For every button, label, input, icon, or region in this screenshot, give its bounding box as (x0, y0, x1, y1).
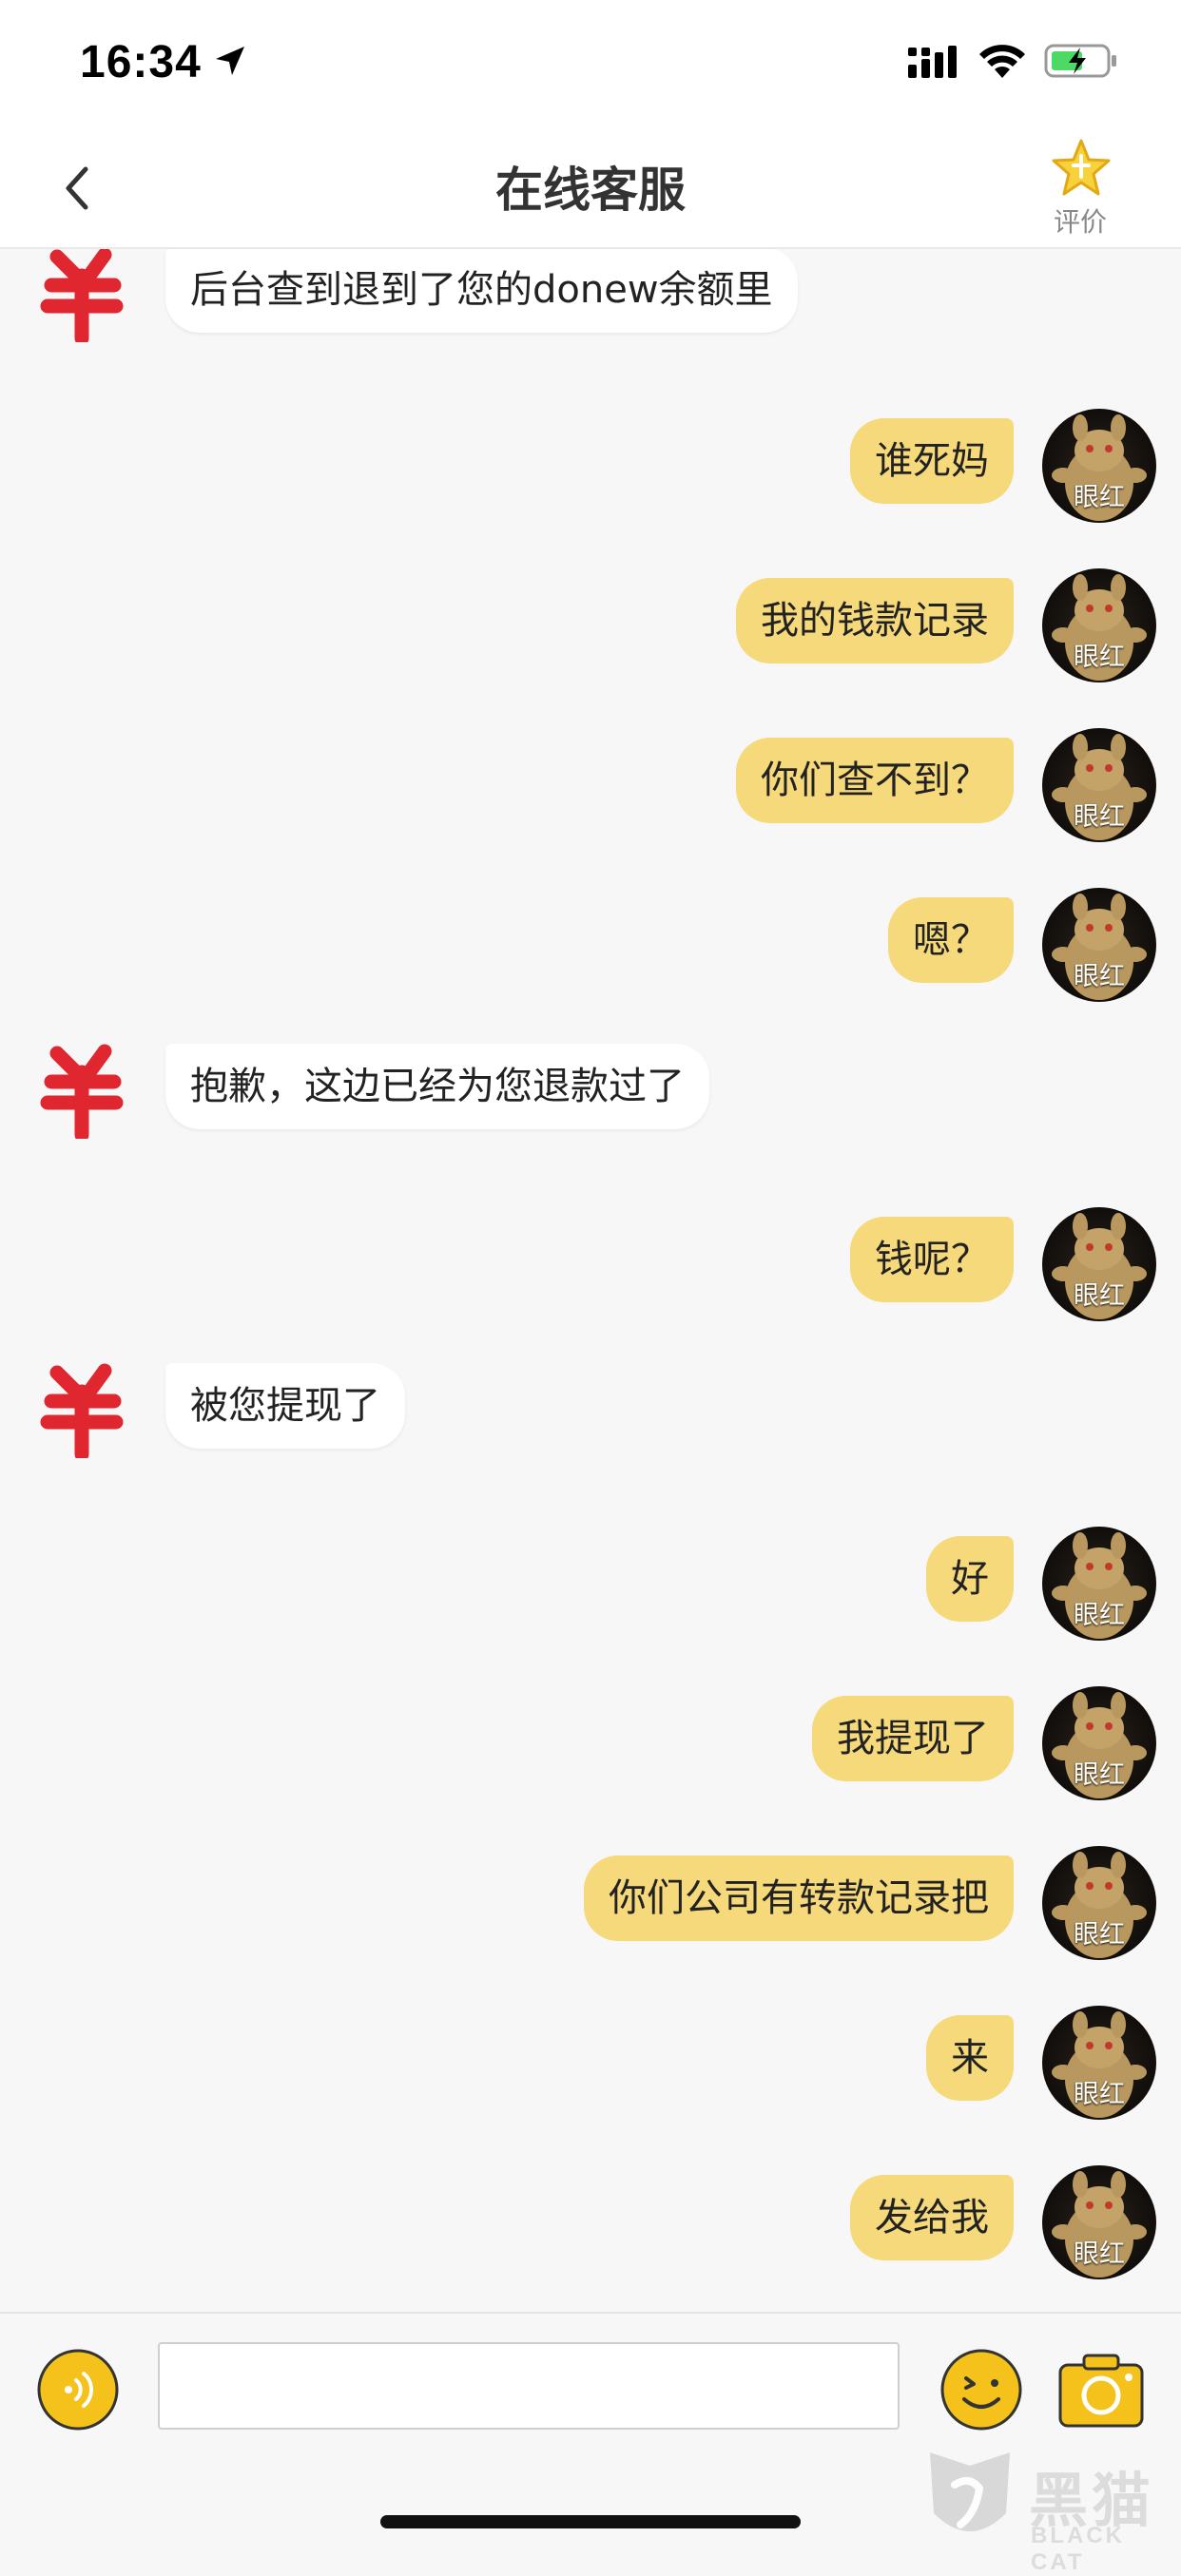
agent-message-bubble: 抱歉，这边已经为您退款过了 (165, 1044, 709, 1129)
message-user: 你们公司有转款记录把 眼红 (0, 1846, 1181, 1960)
message-user: 我的钱款记录 眼红 (0, 568, 1181, 682)
home-indicator[interactable] (380, 2515, 801, 2528)
cellular-signal-icon (908, 46, 957, 78)
user-avatar[interactable]: 眼红 (1042, 568, 1156, 682)
agent-avatar-icon (40, 1044, 124, 1139)
user-avatar[interactable]: 眼红 (1042, 1686, 1156, 1800)
agent-message-bubble: 被您提现了 (165, 1363, 405, 1449)
avatar-label: 眼红 (1074, 1281, 1125, 1311)
user-message-bubble: 你们查不到？ (736, 738, 1014, 823)
user-avatar[interactable]: 眼红 (1042, 888, 1156, 1002)
nav-bar: 在线客服 评价 (0, 124, 1181, 249)
message-user: 好 眼红 (0, 1527, 1181, 1641)
user-message-bubble: 钱呢？ (850, 1217, 1014, 1302)
message-user: 发给我 眼红 (0, 2165, 1181, 2279)
chat-history[interactable]: 后台查到退到了您的donew余额里 谁死妈 眼红 我的钱款记录 眼红 你们查不到… (0, 249, 1181, 2312)
status-bar: 16:34 (0, 0, 1181, 124)
message-agent: 被您提现了 (0, 1354, 1181, 1468)
avatar-label: 眼红 (1074, 962, 1125, 991)
wifi-icon (979, 45, 1025, 78)
watermark-logo: 黑猫 BLACK CAT (922, 2447, 1181, 2575)
avatar-label: 眼红 (1074, 1920, 1125, 1950)
camera-icon[interactable] (1057, 2350, 1145, 2430)
status-time: 16:34 (80, 37, 202, 87)
user-message-bubble: 你们公司有转款记录把 (584, 1855, 1014, 1941)
user-message-bubble: 我的钱款记录 (736, 578, 1014, 663)
avatar-label: 眼红 (1074, 483, 1125, 512)
message-user: 你们查不到？ 眼红 (0, 728, 1181, 842)
rate-label: 评价 (1053, 206, 1107, 238)
user-avatar[interactable]: 眼红 (1042, 728, 1156, 842)
user-avatar[interactable]: 眼红 (1042, 1527, 1156, 1641)
user-avatar[interactable]: 眼红 (1042, 2165, 1156, 2279)
avatar-label: 眼红 (1074, 2080, 1125, 2109)
user-avatar[interactable]: 眼红 (1042, 2006, 1156, 2120)
avatar-label: 眼红 (1074, 2240, 1125, 2269)
agent-message-bubble: 后台查到退到了您的donew余额里 (165, 249, 798, 333)
user-message-bubble: 来 (926, 2015, 1014, 2101)
battery-charging-icon (1044, 44, 1116, 78)
watermark-subtext: BLACK CAT (1031, 2523, 1125, 2575)
user-avatar[interactable]: 眼红 (1042, 409, 1156, 523)
page-title: 在线客服 (495, 163, 686, 218)
user-message-bubble: 我提现了 (812, 1696, 1014, 1781)
message-agent: 抱歉，这边已经为您退款过了 (0, 1034, 1181, 1148)
avatar-label: 眼红 (1074, 1760, 1125, 1790)
avatar-label: 眼红 (1074, 802, 1125, 832)
user-message-bubble: 嗯？ (888, 897, 1014, 983)
star-icon (1052, 139, 1111, 196)
user-avatar[interactable]: 眼红 (1042, 1207, 1156, 1321)
voice-input-icon[interactable] (36, 2348, 120, 2432)
message-user: 来 眼红 (0, 2006, 1181, 2120)
user-message-bubble: 好 (926, 1536, 1014, 1622)
avatar-label: 眼红 (1074, 643, 1125, 672)
avatar-label: 眼红 (1074, 1601, 1125, 1630)
agent-avatar-icon (40, 1363, 124, 1458)
message-agent: 后台查到退到了您的donew余额里 (0, 249, 1181, 352)
cat-shield-icon (930, 2452, 1010, 2531)
message-user: 我提现了 眼红 (0, 1686, 1181, 1800)
user-message-bubble: 谁死妈 (850, 418, 1014, 504)
message-user: 谁死妈 眼红 (0, 409, 1181, 523)
message-input[interactable] (158, 2342, 900, 2430)
message-user: 钱呢？ 眼红 (0, 1207, 1181, 1321)
emoji-icon[interactable] (939, 2348, 1023, 2432)
location-arrow-icon (216, 47, 244, 75)
agent-avatar-icon (40, 249, 124, 342)
user-message-bubble: 发给我 (850, 2175, 1014, 2260)
user-avatar[interactable]: 眼红 (1042, 1846, 1156, 1960)
rate-button[interactable]: 评价 (1042, 137, 1118, 241)
message-user: 嗯？ 眼红 (0, 888, 1181, 1002)
input-bar (0, 2312, 1181, 2456)
